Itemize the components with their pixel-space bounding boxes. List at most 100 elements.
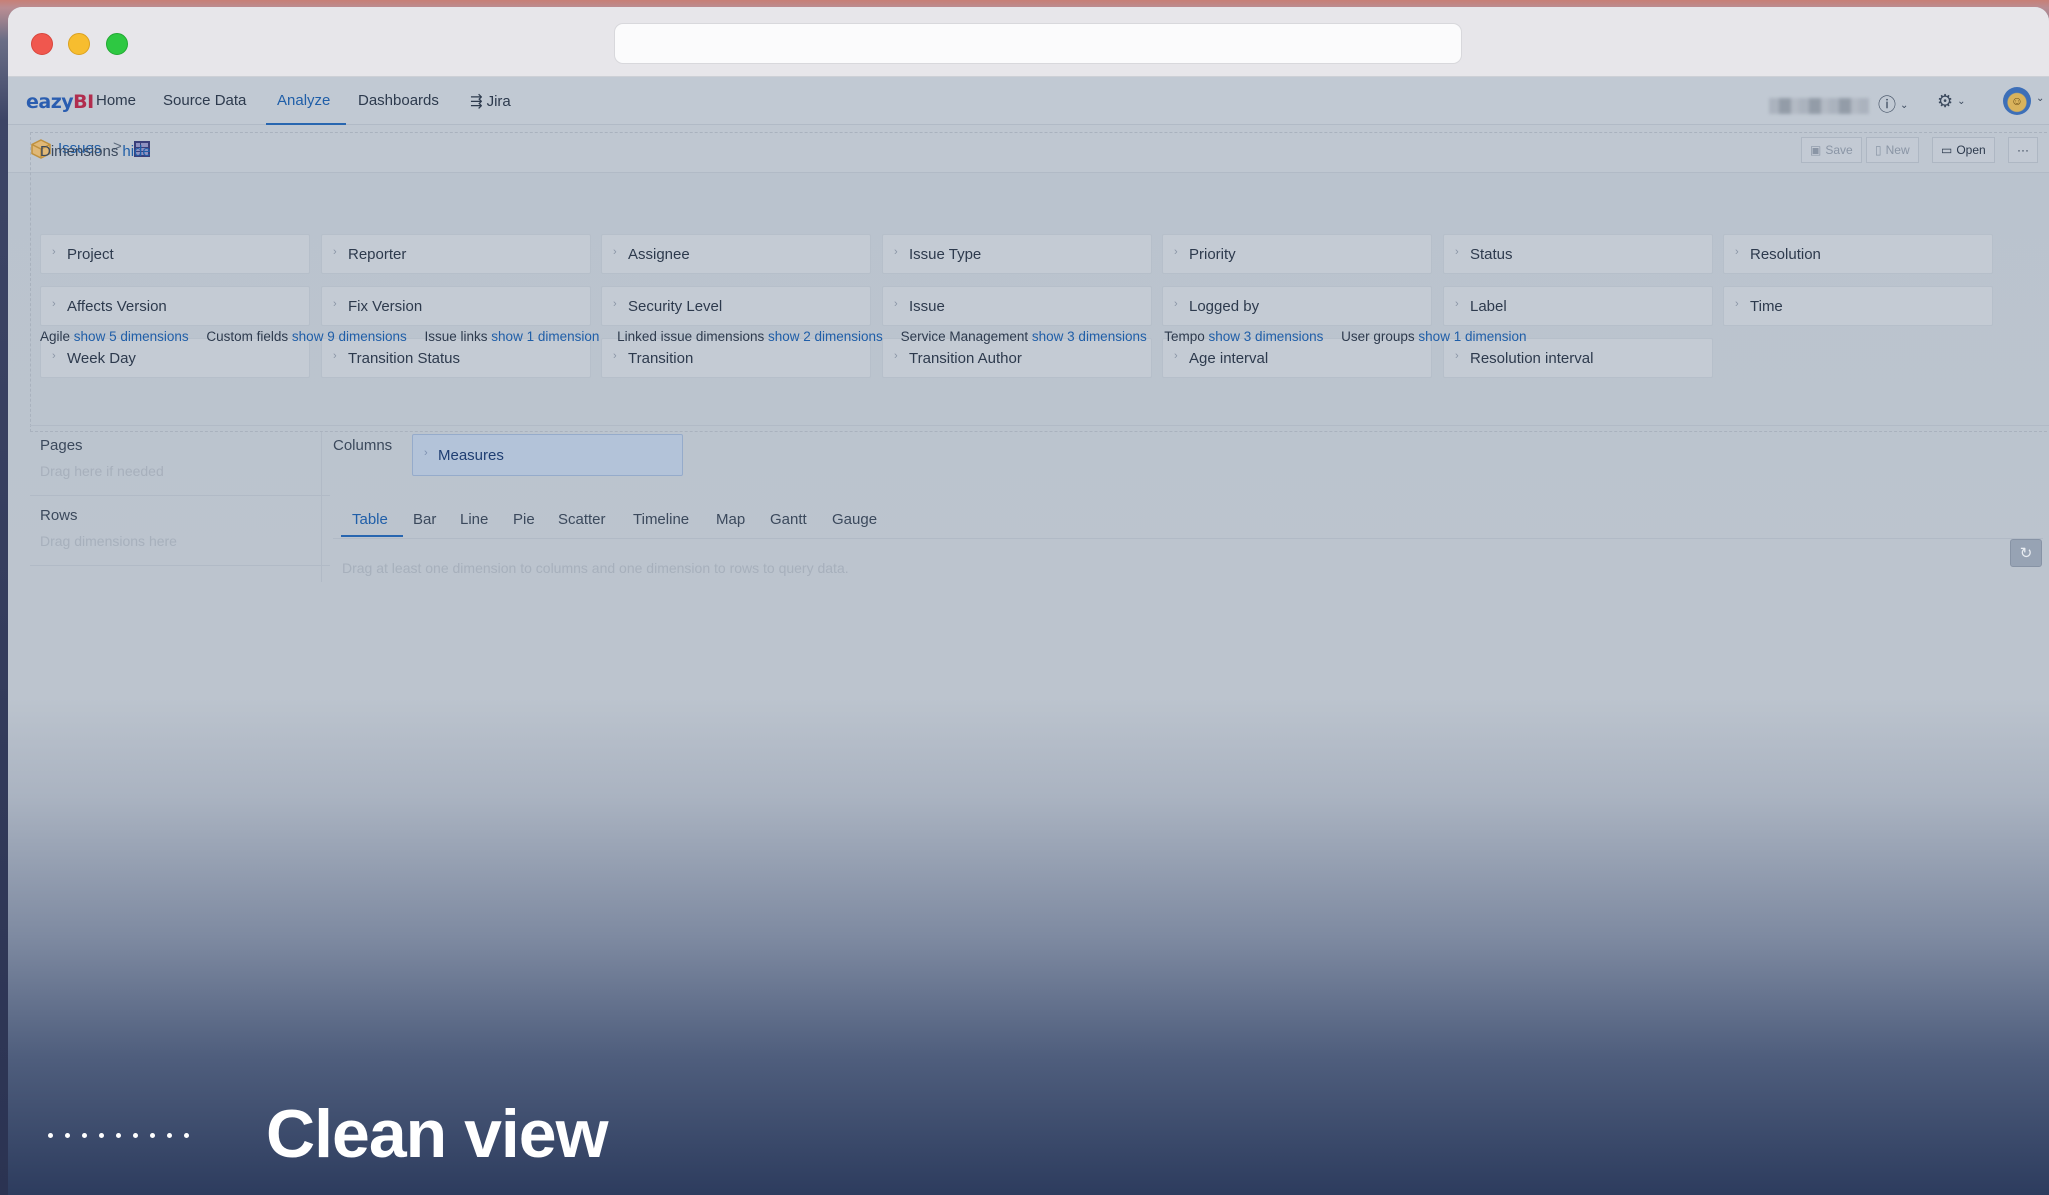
dimension-chip[interactable]: › Week Day (40, 338, 310, 378)
chevron-right-icon: › (52, 298, 56, 310)
dimension-chip[interactable]: › Logged by (1162, 286, 1432, 326)
chevron-right-icon: › (894, 350, 898, 362)
caption-title: Clean view (266, 1096, 608, 1172)
chevron-right-icon: › (894, 246, 898, 258)
divider (30, 565, 330, 566)
settings-menu[interactable]: ⚙ ⌄ (1937, 91, 1966, 112)
chevron-right-icon: › (333, 350, 337, 362)
chevron-right-icon: › (52, 246, 56, 258)
dimension-chip[interactable]: › Project (40, 234, 310, 274)
dimension-chip[interactable]: › Status (1443, 234, 1713, 274)
dimension-chip[interactable]: › Resolution interval (1443, 338, 1713, 378)
show-dimensions-link[interactable]: show 1 dimension (1418, 329, 1526, 344)
dimension-group: Service Management show 3 dimensions (900, 329, 1147, 344)
tab-gantt[interactable]: Gantt (770, 511, 807, 528)
tab-scatter[interactable]: Scatter (558, 511, 606, 528)
nav-source-data[interactable]: Source Data (163, 92, 246, 109)
chevron-down-icon: ⌄ (1900, 100, 1909, 111)
chevron-down-icon[interactable]: ⌄ (2036, 93, 2044, 104)
dimension-chip[interactable]: › Affects Version (40, 286, 310, 326)
chevron-right-icon: › (333, 246, 337, 258)
chevron-right-icon: › (1455, 246, 1459, 258)
dimension-group: Linked issue dimensions show 2 dimension… (617, 329, 883, 344)
tab-timeline[interactable]: Timeline (633, 511, 689, 528)
chevron-down-icon: ⌄ (1957, 96, 1966, 107)
dimension-chip[interactable]: › Transition (601, 338, 871, 378)
tab-gauge[interactable]: Gauge (832, 511, 877, 528)
close-window-button[interactable] (31, 33, 53, 55)
avatar[interactable]: ☺ (2003, 87, 2031, 115)
dimension-chip[interactable]: › Transition Status (321, 338, 591, 378)
help-icon: ⓘ (1878, 95, 1896, 115)
dimension-chip[interactable]: › Issue Type (882, 234, 1152, 274)
chevron-right-icon: › (613, 298, 617, 310)
dimension-chip[interactable]: › Issue (882, 286, 1152, 326)
blurred-account-name (1769, 98, 1869, 114)
dimension-chip[interactable]: › Label (1443, 286, 1713, 326)
tab-map[interactable]: Map (716, 511, 745, 528)
dimension-chip[interactable]: › Time (1723, 286, 1993, 326)
chevron-right-icon: › (613, 350, 617, 362)
chevron-right-icon: › (1174, 350, 1178, 362)
tab-table[interactable]: Table (352, 511, 388, 528)
show-dimensions-link[interactable]: show 9 dimensions (292, 329, 407, 344)
empty-report-hint: Drag at least one dimension to columns a… (342, 560, 849, 576)
pages-label: Pages (40, 437, 83, 454)
chevron-right-icon: › (1735, 246, 1739, 258)
dimension-chip[interactable]: › Age interval (1162, 338, 1432, 378)
tab-bar[interactable]: Bar (413, 511, 436, 528)
dimension-group: Agile show 5 dimensions (40, 329, 189, 344)
dimension-chip[interactable]: › Security Level (601, 286, 871, 326)
tab-line[interactable]: Line (460, 511, 488, 528)
nav-dashboards[interactable]: Dashboards (358, 92, 439, 109)
help-menu[interactable]: ⓘ ⌄ (1878, 91, 1908, 117)
rows-drop-zone[interactable]: Drag dimensions here (40, 533, 177, 549)
jira-icon: ⇶ (470, 93, 483, 110)
refresh-button[interactable]: ↻ (2010, 539, 2042, 567)
chevron-right-icon: › (1174, 298, 1178, 310)
dimension-group: Custom fields show 9 dimensions (206, 329, 407, 344)
pages-drop-zone[interactable]: Drag here if needed (40, 463, 164, 479)
dimension-group: Issue links show 1 dimension (424, 329, 600, 344)
dimension-chip[interactable]: › Assignee (601, 234, 871, 274)
show-dimensions-link[interactable]: show 3 dimensions (1032, 329, 1147, 344)
chevron-right-icon: › (1455, 298, 1459, 310)
minimize-window-button[interactable] (68, 33, 90, 55)
dimension-chip[interactable]: › Transition Author (882, 338, 1152, 378)
dimension-chip[interactable]: › Priority (1162, 234, 1432, 274)
dimension-group: User groups show 1 dimension (1341, 329, 1527, 344)
address-bar[interactable] (614, 23, 1462, 64)
chevron-right-icon: › (894, 298, 898, 310)
browser-window: eazy BI Home Source Data Analyze Dashboar… (8, 7, 2049, 1195)
dimension-chip[interactable]: › Reporter (321, 234, 591, 274)
report-workspace (30, 132, 2049, 432)
chevron-right-icon: › (613, 246, 617, 258)
hide-dimensions-link[interactable]: hide (122, 143, 150, 160)
nav-home[interactable]: Home (96, 92, 136, 109)
eazybi-logo[interactable]: eazy BI (26, 87, 94, 113)
show-dimensions-link[interactable]: show 2 dimensions (768, 329, 883, 344)
chevron-right-icon: › (1735, 298, 1739, 310)
show-dimensions-link[interactable]: show 1 dimension (491, 329, 599, 344)
tab-pie[interactable]: Pie (513, 511, 535, 528)
nav-analyze[interactable]: Analyze (277, 92, 330, 109)
divider (321, 432, 322, 582)
maximize-window-button[interactable] (106, 33, 128, 55)
top-navigation: eazy BI Home Source Data Analyze Dashboar… (8, 77, 2049, 125)
divider (30, 495, 330, 496)
more-dimension-groups: Agile show 5 dimensions Custom fields sh… (40, 329, 1540, 344)
chevron-right-icon: › (1174, 246, 1178, 258)
show-dimensions-link[interactable]: show 3 dimensions (1209, 329, 1324, 344)
dimension-chip[interactable]: › Resolution (1723, 234, 1993, 274)
dimension-chip[interactable]: › Fix Version (321, 286, 591, 326)
columns-label: Columns (333, 437, 393, 454)
rows-label: Rows (40, 507, 78, 524)
active-tab-indicator (341, 535, 403, 537)
refresh-icon: ↻ (2019, 545, 2033, 562)
nav-jira[interactable]: ⇶ Jira (470, 92, 511, 110)
chevron-right-icon: › (1455, 350, 1459, 362)
browser-titlebar (8, 7, 2049, 77)
show-dimensions-link[interactable]: show 5 dimensions (74, 329, 189, 344)
measures-chip[interactable]: › Measures (412, 434, 683, 476)
chevron-right-icon: › (333, 298, 337, 310)
